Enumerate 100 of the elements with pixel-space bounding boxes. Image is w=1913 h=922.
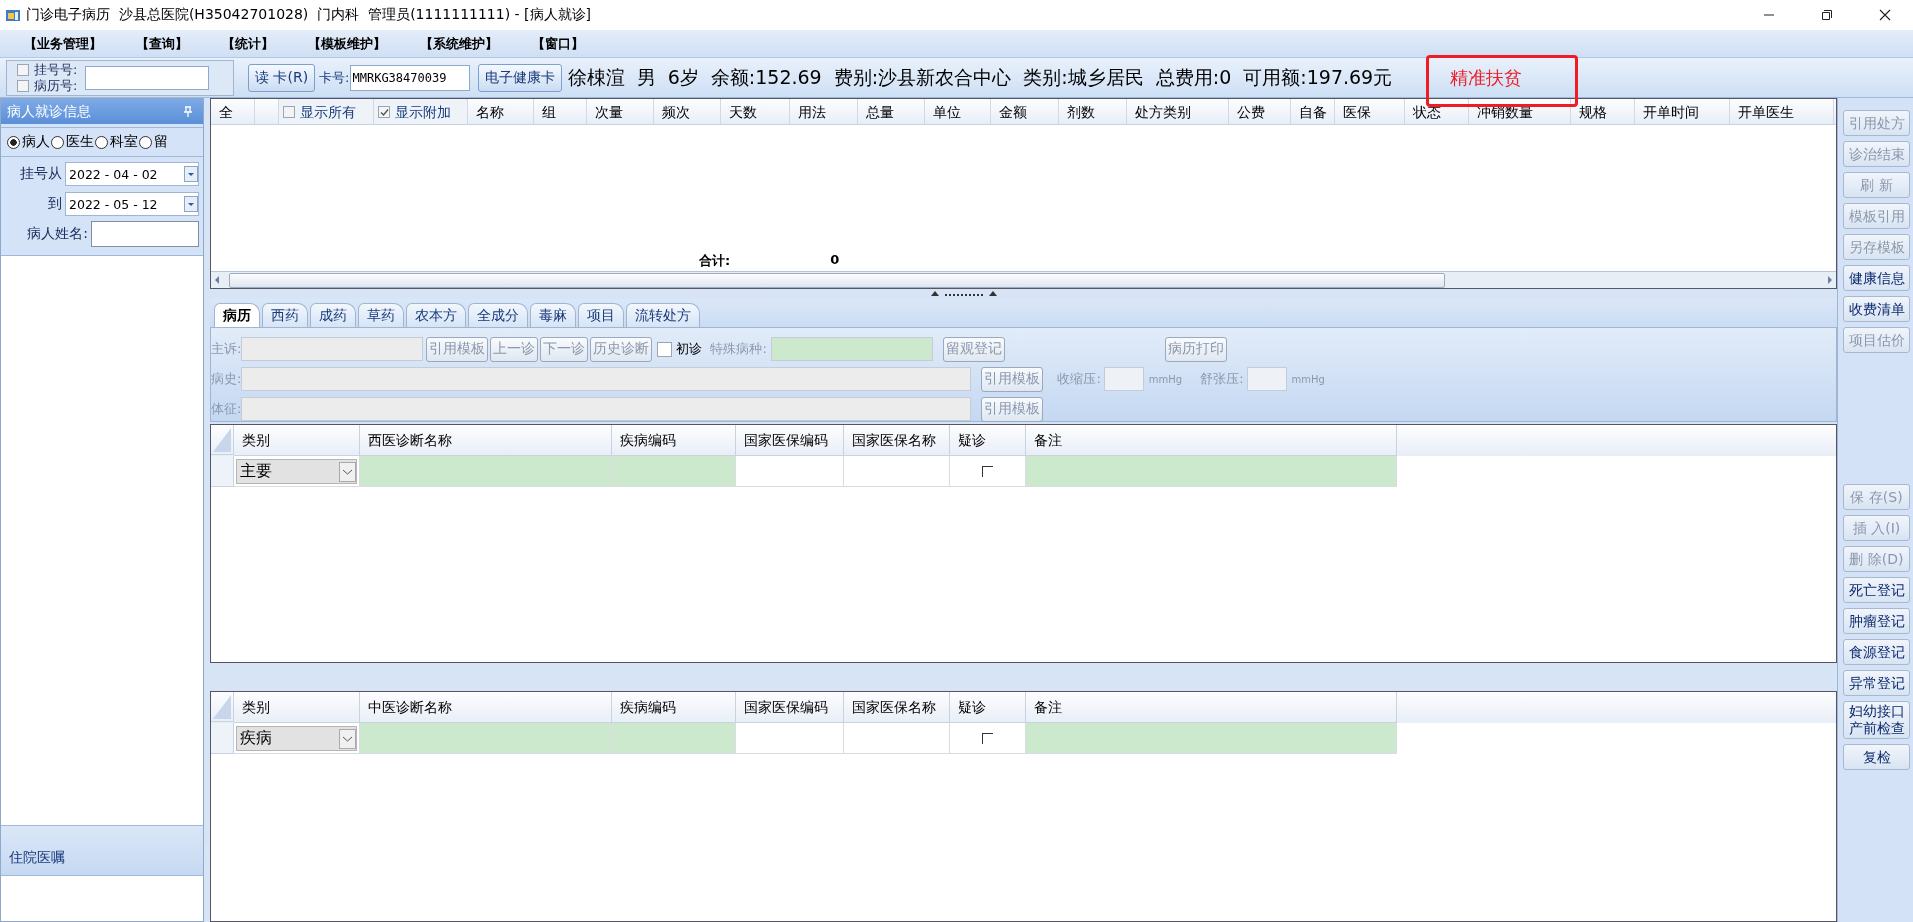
special-disease-field[interactable]: [770, 337, 933, 361]
menu-item[interactable]: 【模板维护】: [304, 34, 390, 53]
tab[interactable]: 项目: [578, 303, 624, 327]
table-cell[interactable]: [736, 723, 844, 754]
total-value: 0: [830, 252, 840, 269]
column-header[interactable]: 处方类别: [1127, 99, 1229, 124]
tab[interactable]: 草药: [358, 303, 404, 327]
tab[interactable]: 流转处方: [626, 303, 700, 327]
search-field[interactable]: [85, 65, 210, 90]
menu-item[interactable]: 【系统维护】: [416, 34, 502, 53]
table-cell[interactable]: [612, 456, 736, 487]
patient-name-field[interactable]: [91, 221, 199, 247]
radio-button[interactable]: [139, 135, 152, 149]
signs-field[interactable]: [241, 397, 972, 421]
table-cell[interactable]: [736, 456, 844, 487]
table-cell[interactable]: [1026, 456, 1397, 487]
menu-item[interactable]: 【统计】: [218, 34, 278, 53]
total-label: 合计:: [699, 252, 731, 270]
tab[interactable]: 全成分: [468, 303, 528, 327]
table-cell[interactable]: [844, 456, 950, 487]
column-header[interactable]: 剂数: [1059, 99, 1127, 124]
side-button[interactable]: 异常登记: [1843, 670, 1910, 696]
radio-label: 科室: [110, 133, 138, 151]
column-header[interactable]: 名称: [468, 99, 534, 124]
column-header[interactable]: 公费: [1229, 99, 1291, 124]
splitter-grip-icon: [928, 289, 999, 297]
unit-label: mmHg: [1291, 373, 1325, 385]
column-header[interactable]: 规格: [1571, 99, 1635, 124]
side-button[interactable]: 复检: [1843, 744, 1910, 770]
side-button[interactable]: 肿瘤登记: [1843, 608, 1910, 634]
column-header[interactable]: 医保: [1335, 99, 1405, 124]
tab[interactable]: 病历: [214, 303, 260, 327]
history-field[interactable]: [241, 367, 972, 391]
tab[interactable]: 成药: [310, 303, 356, 327]
complaint-field[interactable]: [241, 337, 424, 361]
column-header[interactable]: 天数: [721, 99, 790, 124]
systolic-field[interactable]: [1103, 367, 1144, 391]
side-button[interactable]: 收费清单: [1843, 296, 1910, 322]
radio-button[interactable]: [95, 135, 108, 149]
radio-button[interactable]: [51, 135, 64, 149]
category-dropdown[interactable]: 主要: [236, 459, 357, 484]
tab[interactable]: 农本方: [406, 303, 466, 327]
table-cell[interactable]: [1026, 723, 1397, 754]
scrollbar[interactable]: [211, 271, 1836, 288]
table-cell[interactable]: [612, 723, 736, 754]
dropdown-icon: [339, 728, 356, 749]
panel-title: 病人就诊信息: [7, 102, 91, 121]
column-header[interactable]: 开单时间: [1635, 99, 1730, 124]
patient-info: 徐梀渲 男 6岁 余额:152.69 费别:沙县新农合中心 类别:城乡居民 总费用:0 可用额:197.69元: [567, 64, 1394, 90]
diastolic-field[interactable]: [1246, 367, 1287, 391]
checkbox-label: 显示附加: [395, 103, 451, 122]
tab[interactable]: 毒麻: [530, 303, 576, 327]
field-label: 病史:: [211, 370, 242, 388]
column-header[interactable]: 状态: [1405, 99, 1469, 124]
table-cell[interactable]: [844, 723, 950, 754]
window-title: 门诊电子病历 沙县总医院(H35042701028) 门内科 管理员(1111111111) - [病人就诊]: [26, 6, 591, 24]
dropdown-icon: [184, 166, 198, 182]
column-header[interactable]: 频次: [654, 99, 721, 124]
checkbox[interactable]: [283, 106, 295, 118]
field-label: 舒张压:: [1200, 370, 1244, 388]
column-header[interactable]: 金额: [991, 99, 1059, 124]
column-header[interactable]: 组: [534, 99, 587, 124]
checkbox[interactable]: [982, 465, 993, 477]
category-dropdown[interactable]: 疾病: [236, 726, 357, 751]
card-number-field[interactable]: MMRKG38470039: [349, 64, 470, 91]
scrollbar-thumb[interactable]: [229, 272, 1445, 288]
read-card-button[interactable]: 读 卡(R): [248, 63, 316, 92]
close-icon: [1879, 9, 1891, 21]
row-header-corner-icon: [211, 692, 234, 722]
table-cell[interactable]: [360, 456, 612, 487]
side-button[interactable]: 死亡登记: [1843, 577, 1910, 603]
column-header[interactable]: 用法: [790, 99, 858, 124]
row-header: [211, 456, 234, 487]
side-button[interactable]: 健康信息: [1843, 265, 1910, 291]
date-field[interactable]: 2022 - 05 - 12: [65, 192, 199, 216]
table-cell[interactable]: [360, 723, 612, 754]
radio-button[interactable]: [7, 135, 20, 149]
tab[interactable]: 西药: [262, 303, 308, 327]
checkbox[interactable]: [17, 79, 29, 92]
menu-item[interactable]: 【查询】: [132, 34, 192, 53]
health-card-button[interactable]: 电子健康卡: [477, 63, 562, 92]
column-header[interactable]: 单位: [925, 99, 991, 124]
field-label: 特殊病种:: [710, 340, 767, 358]
side-button[interactable]: 妇幼接口产前检查: [1843, 701, 1910, 739]
checkbox-label: 显示所有: [300, 103, 356, 122]
side-button[interactable]: 食源登记: [1843, 639, 1910, 665]
column-header[interactable]: 全: [211, 99, 255, 124]
date-field[interactable]: 2022 - 04 - 02: [65, 162, 199, 186]
checkbox[interactable]: [982, 732, 993, 744]
field-label: 到: [48, 195, 62, 213]
column-header[interactable]: 开单医生: [1730, 99, 1834, 124]
checkbox[interactable]: [17, 63, 29, 76]
checkbox[interactable]: [657, 341, 673, 357]
menu-item[interactable]: 【窗口】: [528, 34, 588, 53]
column-header[interactable]: 总量: [858, 99, 925, 124]
radio-label: 医生: [66, 133, 94, 151]
checkbox[interactable]: [378, 106, 390, 118]
column-header[interactable]: 自备: [1291, 99, 1335, 124]
column-header[interactable]: 次量: [587, 99, 654, 124]
menu-item[interactable]: 【业务管理】: [20, 34, 106, 53]
